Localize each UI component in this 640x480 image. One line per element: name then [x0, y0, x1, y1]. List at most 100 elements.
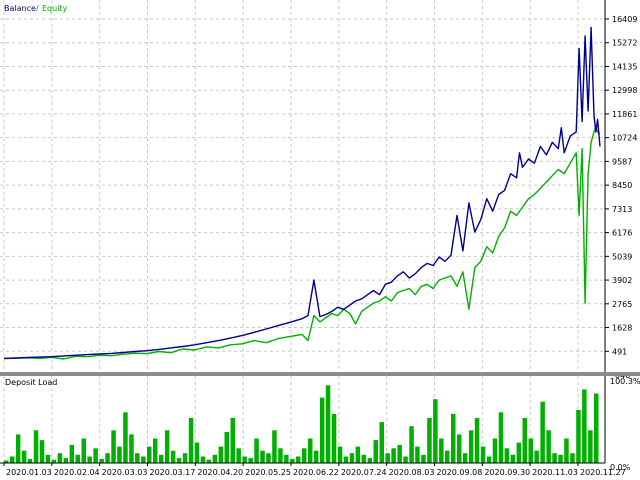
- deposit-load-bar: [409, 426, 414, 463]
- deposit-load-bar: [325, 385, 331, 463]
- legend-balance-label: Balance: [4, 4, 36, 13]
- deposit-load-bar: [564, 438, 569, 463]
- deposit-load-bar: [427, 418, 432, 463]
- deposit-load-bar: [433, 399, 438, 463]
- main-y-tick-label: 5039: [612, 252, 632, 261]
- deposit-load-bar: [135, 453, 140, 463]
- deposit-load-bar: [522, 418, 527, 463]
- main-y-tick-label: 10724: [612, 134, 637, 143]
- deposit-load-bar: [510, 454, 516, 463]
- x-tick-label: 2020.11.03: [532, 468, 578, 477]
- deposit-load-bar: [248, 458, 253, 463]
- deposit-load-bar: [474, 418, 480, 463]
- deposit-load-bar: [45, 454, 51, 463]
- deposit-load-bar: [439, 438, 444, 463]
- deposit-load-bar: [343, 456, 349, 463]
- deposit-load-bar: [141, 456, 146, 463]
- deposit-load-bar: [176, 458, 182, 463]
- deposit-load-bar: [75, 454, 80, 463]
- deposit-load-bar: [224, 431, 229, 463]
- deposit-load-bar: [576, 409, 581, 463]
- deposit-load-bar: [27, 458, 33, 463]
- main-y-tick-label: 8450: [612, 181, 632, 190]
- deposit-load-bar: [242, 456, 247, 463]
- deposit-load-bar: [111, 430, 116, 463]
- balance-equity-chart: 16409 15272 14135 12998 11861 10724 9587 8450 73…: [0, 0, 640, 480]
- deposit-load-bar: [254, 438, 259, 463]
- deposit-load-bar: [182, 453, 188, 463]
- deposit-load-bar: [594, 393, 599, 463]
- deposit-load-bar: [582, 389, 587, 463]
- deposit-load-bar: [153, 438, 158, 463]
- deposit-load-bar: [451, 413, 456, 463]
- main-y-tick-label: 2765: [612, 300, 632, 309]
- x-tick-label: 2020.04.20: [197, 468, 243, 477]
- deposit-load-bar: [33, 430, 39, 463]
- deposit-load-bar: [361, 454, 367, 463]
- deposit-load-bar: [552, 453, 557, 463]
- x-tick-label: 2020.08.03: [389, 468, 435, 477]
- deposit-load-bar: [266, 453, 271, 463]
- deposit-load-bar: [57, 453, 63, 463]
- main-y-tick-label: 11861: [612, 110, 637, 119]
- deposit-load-bar: [159, 454, 164, 463]
- deposit-load-bar: [534, 450, 539, 463]
- legend: Balance / Equity: [4, 4, 68, 13]
- deposit-load-bar: [480, 446, 486, 463]
- deposit-load-bar: [129, 434, 134, 463]
- deposit-load-bar: [373, 440, 378, 463]
- main-y-tick-label: 12998: [612, 86, 637, 95]
- deposit-load-bar: [21, 450, 27, 463]
- deposit-load-bar: [302, 448, 307, 463]
- deposit-load-bar: [385, 453, 390, 463]
- deposit-load-bar: [212, 454, 218, 463]
- deposit-load-bar: [588, 430, 593, 463]
- main-y-tick-label: 3902: [612, 276, 632, 285]
- main-y-tick-label: 15272: [612, 39, 637, 48]
- deposit-load-bar: [278, 448, 283, 463]
- main-y-tick-label: 6176: [612, 229, 632, 238]
- deposit-load-bar: [331, 413, 337, 463]
- deposit-load-bar: [415, 446, 420, 463]
- deposit-load-bar: [170, 450, 176, 463]
- deposit-load-bar: [308, 438, 313, 463]
- deposit-load-bar: [337, 446, 343, 463]
- main-y-tick-label: 14135: [612, 62, 637, 71]
- deposit-load-bar: [313, 450, 319, 463]
- deposit-load-bar: [284, 454, 289, 463]
- deposit-load-bar: [194, 442, 200, 463]
- deposit-load-bar: [528, 438, 533, 463]
- deposit-load-bar: [123, 412, 128, 463]
- deposit-load-bar: [290, 458, 295, 463]
- deposit-load-bar: [236, 448, 241, 463]
- main-y-tick-label: 9587: [612, 157, 632, 166]
- main-y-tick-label: 1628: [612, 324, 632, 333]
- deposit-load-bar: [468, 430, 474, 463]
- deposit-load-bar: [319, 397, 325, 463]
- deposit-load-bar: [367, 458, 373, 463]
- legend-equity-label: Equity: [42, 4, 68, 13]
- main-y-tick-label: 7313: [612, 205, 632, 214]
- deposit-load-bar: [445, 450, 450, 463]
- deposit-load-bar: [39, 440, 45, 463]
- deposit-load-bar: [272, 430, 277, 463]
- deposit-load-bar: [93, 448, 98, 463]
- deposit-load-y-max: 100.3%: [610, 377, 640, 386]
- deposit-load-bar: [10, 456, 15, 463]
- deposit-load-bar: [558, 454, 563, 463]
- x-tick-label: 2020.09.08: [437, 468, 483, 477]
- x-tick-label: 2020.03.17: [150, 468, 196, 477]
- deposit-load-bar: [570, 453, 575, 463]
- panel-divider: [0, 372, 640, 376]
- deposit-load-bar: [69, 445, 75, 463]
- deposit-load-bar: [379, 422, 384, 463]
- x-tick-label: 2020.01.03: [6, 468, 52, 477]
- deposit-load-bar: [462, 453, 468, 463]
- deposit-load-bar: [349, 453, 355, 463]
- x-tick-label: 2020.03.03: [102, 468, 148, 477]
- main-y-tick-label: 16409: [612, 15, 637, 24]
- deposit-load-bar: [117, 446, 122, 463]
- deposit-load-bar: [188, 418, 194, 463]
- deposit-load-bar: [296, 456, 301, 463]
- deposit-load-bar: [164, 430, 170, 463]
